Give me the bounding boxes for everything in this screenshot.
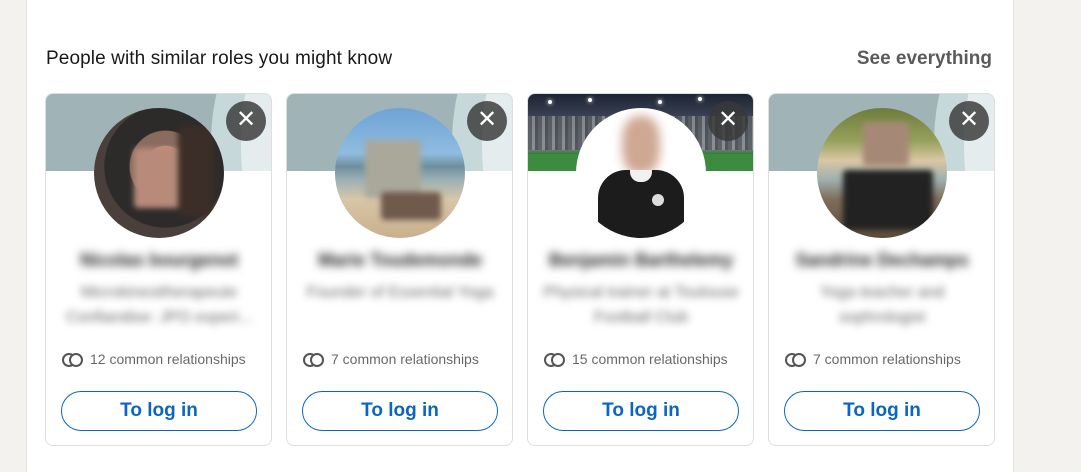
person-headline: Microkinesitherapeute Confiandise: JPO e… [66, 284, 252, 326]
avatar[interactable] [335, 108, 465, 238]
person-card[interactable]: ✕ Nicolas bourgenot Microkinesitherapeut… [45, 93, 272, 446]
relationships-icon [62, 352, 84, 367]
section-title: People with similar roles you might know [46, 48, 393, 69]
person-headline: Physical trainer at Toulouse Football Cl… [543, 284, 739, 326]
common-relationships-label: 7 common relationships [331, 351, 479, 367]
person-headline: Yoga teacher and sophrologist [819, 284, 945, 326]
person-card[interactable]: ✕ Benjamin Barthelemy Physical trainer a… [527, 93, 754, 446]
common-relationships: 12 common relationships [62, 351, 267, 367]
login-button[interactable]: To log in [784, 391, 980, 431]
see-everything-link[interactable]: See everything [857, 48, 992, 70]
common-relationships: 7 common relationships [303, 351, 508, 367]
login-button[interactable]: To log in [302, 391, 498, 431]
common-relationships: 15 common relationships [544, 351, 749, 367]
close-icon[interactable]: ✕ [708, 101, 748, 141]
relationships-icon [785, 352, 807, 367]
person-card[interactable]: ✕ Marie Toudemonde Founder of Essential … [286, 93, 513, 446]
relationships-icon [544, 352, 566, 367]
close-icon[interactable]: ✕ [467, 101, 507, 141]
avatar[interactable] [817, 108, 947, 238]
person-name[interactable]: Nicolas bourgenot [64, 250, 254, 272]
person-card[interactable]: ✕ Sandrine Dechamps Yoga teacher and sop… [768, 93, 995, 446]
person-name[interactable]: Benjamin Barthelemy [546, 250, 736, 272]
common-relationships-label: 15 common relationships [572, 351, 728, 367]
avatar[interactable] [94, 108, 224, 238]
avatar[interactable] [576, 108, 706, 238]
person-headline: Founder of Essential Yoga [306, 284, 494, 301]
login-button[interactable]: To log in [61, 391, 257, 431]
person-name[interactable]: Sandrine Dechamps [787, 250, 977, 272]
common-relationships-label: 12 common relationships [90, 351, 246, 367]
login-button[interactable]: To log in [543, 391, 739, 431]
common-relationships-label: 7 common relationships [813, 351, 961, 367]
relationships-icon [303, 352, 325, 367]
close-icon[interactable]: ✕ [226, 101, 266, 141]
common-relationships: 7 common relationships [785, 351, 990, 367]
person-name[interactable]: Marie Toudemonde [305, 250, 495, 272]
close-icon[interactable]: ✕ [949, 101, 989, 141]
